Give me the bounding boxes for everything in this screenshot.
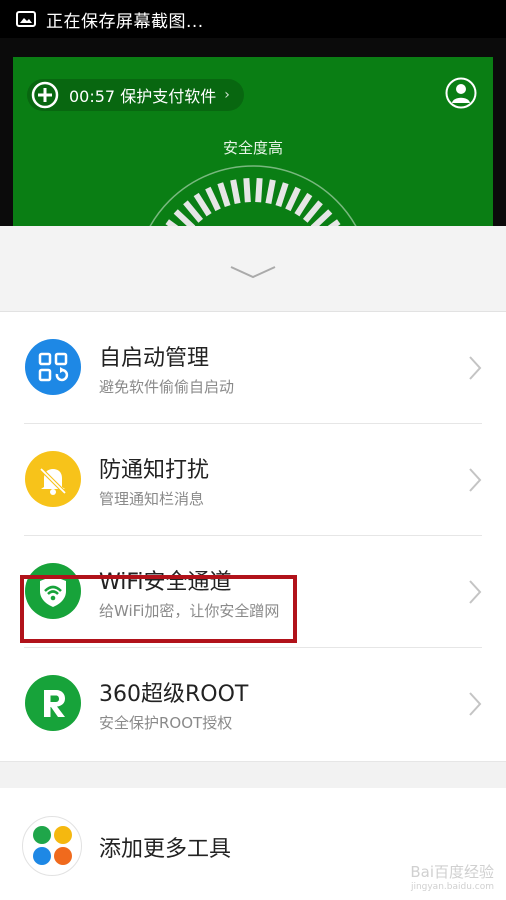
section-gap <box>0 761 506 789</box>
tool-title: 防通知打扰 <box>99 458 210 483</box>
tool-item-notification-block[interactable]: 防通知打扰 管理通知栏消息 <box>0 424 506 536</box>
gauge-tick <box>310 209 333 226</box>
tool-title: 360超级ROOT <box>99 682 249 707</box>
gauge-tick <box>302 200 323 223</box>
tools-sheet: 自启动管理 避免软件偷偷自启动 防通知打扰 管理通知栏消息 WiFi安全通道 给… <box>0 226 506 900</box>
chevron-right-icon <box>469 356 482 380</box>
watermark-sub: jingyan.baidu.com <box>410 882 494 892</box>
tool-title: 自启动管理 <box>99 346 210 371</box>
gauge-tick <box>230 179 241 205</box>
gauge-tick <box>294 192 313 217</box>
user-avatar-icon[interactable] <box>445 77 477 109</box>
chevron-down-icon[interactable] <box>228 264 278 280</box>
protect-payment-pill[interactable]: 00:57 保护支付软件 › <box>27 79 244 111</box>
add-more-tools-label: 添加更多工具 <box>99 837 232 862</box>
chevron-right-icon <box>469 468 482 492</box>
security-header: 00:57 保护支付软件 › 安全度高 <box>13 57 493 226</box>
watermark-main: Bai百度经验 <box>410 863 494 881</box>
phone-dot-icon <box>33 826 51 844</box>
tool-subtitle: 避免软件偷偷自启动 <box>99 378 235 396</box>
gauge-tick <box>183 200 204 223</box>
bell-muted-icon <box>25 451 81 507</box>
watermark: Bai百度经验 jingyan.baidu.com <box>410 861 494 892</box>
tool-item-super-root[interactable]: 360超级ROOT 安全保护ROOT授权 <box>0 648 506 760</box>
gauge-tick <box>205 186 221 212</box>
chevron-right-icon <box>469 692 482 716</box>
status-text: 正在保存屏幕截图... <box>46 11 204 32</box>
gauge-tick <box>243 178 251 203</box>
security-gauge <box>149 165 357 226</box>
tool-list: 自启动管理 避免软件偷偷自启动 防通知打扰 管理通知栏消息 WiFi安全通道 给… <box>0 312 506 760</box>
image-icon <box>16 11 36 27</box>
printer-dot-icon <box>54 826 72 844</box>
tool-subtitle: 管理通知栏消息 <box>99 490 205 508</box>
clock-dot-icon <box>33 847 51 865</box>
highlight-box <box>20 575 297 643</box>
gauge-tick <box>265 179 276 205</box>
gauge-tick <box>193 192 212 217</box>
gauge-tick <box>255 178 263 203</box>
shield-dot-icon <box>54 847 72 865</box>
tool-subtitle: 安全保护ROOT授权 <box>99 714 233 732</box>
sheet-handle-area[interactable] <box>0 226 506 312</box>
gauge-tick <box>173 209 196 226</box>
chevron-right-icon <box>469 580 482 604</box>
status-bar: 正在保存屏幕截图... <box>0 0 506 38</box>
tool-item-autostart[interactable]: 自启动管理 避免软件偷偷自启动 <box>0 312 506 424</box>
gauge-tick <box>275 182 289 207</box>
tools-cluster-icon <box>22 816 82 876</box>
plus-circle-icon <box>31 81 59 109</box>
autostart-grid-icon <box>25 339 81 395</box>
safety-level-label: 安全度高 <box>222 139 283 157</box>
gauge-tick <box>217 182 231 207</box>
chevron-right-icon: › <box>224 87 230 103</box>
gauge-tick <box>285 186 301 212</box>
root-r-icon <box>25 675 81 731</box>
timer-text: 00:57 保护支付软件 <box>69 87 217 106</box>
